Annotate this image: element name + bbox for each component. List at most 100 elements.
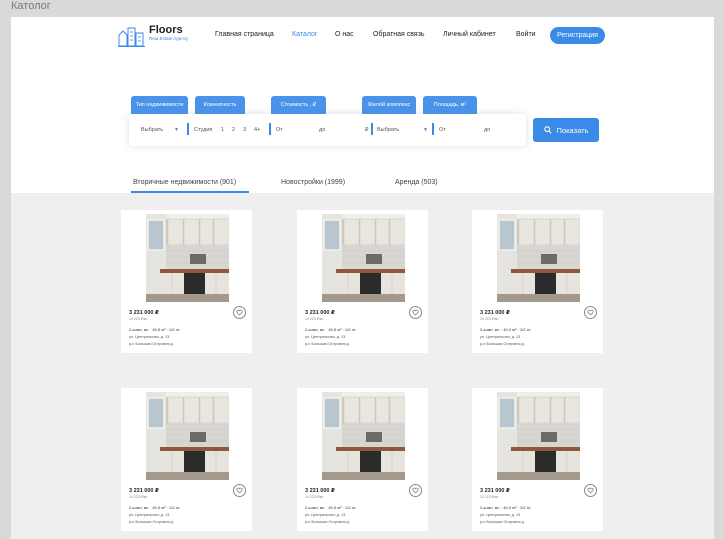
heart-icon[interactable] [584, 484, 597, 497]
heart-icon[interactable] [233, 306, 246, 319]
listing-rooms: 2-комн. кв. [129, 505, 149, 510]
chevron-down-icon[interactable]: ▼ [174, 127, 179, 133]
chevron-down-icon[interactable]: ▼ [423, 127, 428, 133]
listing-specs: 2-комн. кв. · 40,9 м² · 1/2 эт. [305, 505, 356, 510]
listing-area: 40,9 м² [328, 505, 342, 510]
listing-rooms: 2-комн. кв. [305, 327, 325, 332]
listing-address: ул. Центральная, д. 13 [305, 513, 346, 517]
listing-address: ул. Центральная, д. 13 [129, 335, 170, 339]
listing-price: 3 231 000 ₽ [129, 488, 159, 494]
listing-specs: 2-комн. кв. · 40,9 м² · 1/2 эт. [129, 505, 180, 510]
tab-secondary[interactable]: Вторичные недвижимости (901) [133, 179, 236, 186]
listing-card[interactable]: 3 231 000 ₽ 10 223 ₽/м² 2-комн. кв. · 40… [297, 210, 428, 353]
buildings-icon [118, 25, 146, 47]
brand-name: Floors [149, 24, 183, 36]
listing-price: 3 231 000 ₽ [129, 310, 159, 316]
heart-icon[interactable] [584, 306, 597, 319]
tab-new-buildings[interactable]: Новостройки (1999) [281, 179, 345, 186]
listing-specs: 2-комн. кв. · 40,9 м² · 1/2 эт. [480, 505, 531, 510]
listing-district: р-н Большая Островня д. [305, 342, 350, 346]
listing-price-per-m2: 10 223 ₽/м² [480, 495, 499, 499]
type-select[interactable]: Выбрать [141, 127, 163, 133]
area-to-input[interactable]: до [484, 127, 490, 133]
nav-login[interactable]: Войти [516, 31, 536, 38]
listing-price-per-m2: 10 223 ₽/м² [129, 495, 148, 499]
listing-district: р-н Большая Островня д. [480, 342, 525, 346]
heart-icon[interactable] [233, 484, 246, 497]
price-to-input[interactable]: до [319, 127, 325, 133]
rooms-option-3[interactable]: 3 [243, 127, 246, 133]
heart-icon[interactable] [409, 306, 422, 319]
filter-divider [371, 123, 373, 135]
listing-area: 40,9 м² [503, 327, 517, 332]
listing-card[interactable]: 3 231 000 ₽ 10 223 ₽/м² 2-комн. кв. · 40… [121, 210, 252, 353]
nav-catalog[interactable]: Каталог [292, 31, 317, 38]
listing-photo[interactable] [146, 214, 229, 302]
listing-floor: 1/2 эт. [344, 505, 357, 510]
listing-area: 40,9 м² [152, 327, 166, 332]
listing-address: ул. Центральная, д. 13 [305, 335, 346, 339]
filter-divider [269, 123, 271, 135]
listing-floor: 1/2 эт. [344, 327, 357, 332]
show-button[interactable]: Показать [533, 118, 599, 142]
logo[interactable]: Floors Real Estate Agency [118, 25, 188, 47]
listing-rooms: 2-комн. кв. [129, 327, 149, 332]
heart-icon[interactable] [409, 484, 422, 497]
search-icon [543, 126, 552, 134]
nav-about[interactable]: О нас [335, 31, 354, 38]
filter-divider [187, 123, 189, 135]
listing-price: 3 231 000 ₽ [305, 488, 335, 494]
canvas-label: Католог [11, 0, 51, 12]
price-unit: ₽ [365, 127, 369, 133]
price-from-input[interactable]: От [276, 127, 283, 133]
listing-address: ул. Центральная, д. 13 [480, 513, 521, 517]
listing-price-per-m2: 10 223 ₽/м² [480, 317, 499, 321]
listing-specs: 2-комн. кв. · 40,9 м² · 1/2 эт. [480, 327, 531, 332]
listing-photo[interactable] [322, 214, 405, 302]
listing-card[interactable]: 3 231 000 ₽ 10 223 ₽/м² 2-комн. кв. · 40… [121, 388, 252, 531]
listing-address: ул. Центральная, д. 13 [129, 513, 170, 517]
listing-address: ул. Центральная, д. 13 [480, 335, 521, 339]
complex-select[interactable]: Выбрать [377, 127, 399, 133]
filter-bar: Выбрать ▼ Студия 1 2 3 4+ От до ₽ Выбрат… [129, 114, 526, 146]
header: Floors Real Estate Agency Главная страни… [11, 17, 714, 57]
listing-card[interactable]: 3 231 000 ₽ 10 223 ₽/м² 2-комн. кв. · 40… [472, 388, 603, 531]
listing-photo[interactable] [497, 214, 580, 302]
listing-rooms: 2-комн. кв. [480, 505, 500, 510]
listing-area: 40,9 м² [328, 327, 342, 332]
listing-photo[interactable] [146, 392, 229, 480]
listing-floor: 1/2 эт. [168, 327, 181, 332]
listing-photo[interactable] [322, 392, 405, 480]
brand-tagline: Real Estate Agency [149, 36, 189, 41]
listing-card[interactable]: 3 231 000 ₽ 10 223 ₽/м² 2-комн. кв. · 40… [472, 210, 603, 353]
listing-floor: 1/2 эт. [519, 327, 532, 332]
listing-card[interactable]: 3 231 000 ₽ 10 223 ₽/м² 2-комн. кв. · 40… [297, 388, 428, 531]
listing-district: р-н Большая Островня д. [129, 520, 174, 524]
listing-price-per-m2: 10 223 ₽/м² [129, 317, 148, 321]
listing-price: 3 231 000 ₽ [480, 310, 510, 316]
tab-rent[interactable]: Аренда (503) [395, 179, 438, 186]
show-button-label: Показать [556, 125, 589, 135]
nav-account[interactable]: Личный кабинет [443, 31, 496, 38]
rooms-option-4plus[interactable]: 4+ [254, 127, 260, 133]
listing-specs: 2-комн. кв. · 40,9 м² · 1/2 эт. [129, 327, 180, 332]
listing-price: 3 231 000 ₽ [480, 488, 510, 494]
rooms-studio[interactable]: Студия [194, 127, 212, 133]
filter-divider [432, 123, 434, 135]
listing-district: р-н Большая Островня д. [305, 520, 350, 524]
register-button[interactable]: Регистрация [550, 27, 605, 44]
listing-area: 40,9 м² [503, 505, 517, 510]
listing-price-per-m2: 10 223 ₽/м² [305, 495, 324, 499]
area-from-input[interactable]: От [439, 127, 446, 133]
listing-floor: 1/2 эт. [168, 505, 181, 510]
nav-home[interactable]: Главная страница [215, 31, 274, 38]
listing-floor: 1/2 эт. [519, 505, 532, 510]
listing-district: р-н Большая Островня д. [129, 342, 174, 346]
rooms-option-2[interactable]: 2 [232, 127, 235, 133]
rooms-option-1[interactable]: 1 [221, 127, 224, 133]
listing-photo[interactable] [497, 392, 580, 480]
listing-area: 40,9 м² [152, 505, 166, 510]
listing-rooms: 2-комн. кв. [480, 327, 500, 332]
listing-specs: 2-комн. кв. · 40,9 м² · 1/2 эт. [305, 327, 356, 332]
nav-feedback[interactable]: Обратная связь [373, 31, 425, 38]
